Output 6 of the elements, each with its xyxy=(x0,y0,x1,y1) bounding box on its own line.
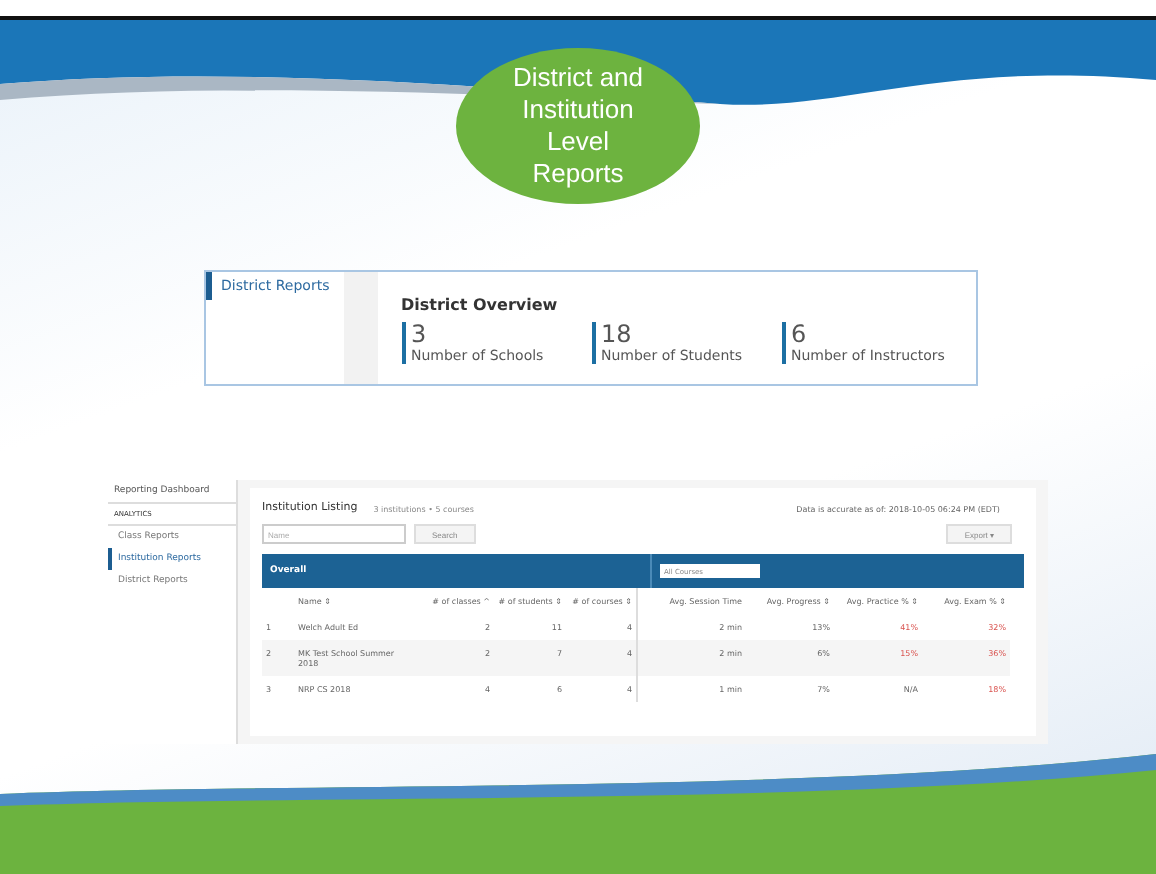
overview-title: District Overview xyxy=(401,296,560,314)
panel-gutter xyxy=(344,272,377,384)
stat-value: 18 xyxy=(601,322,634,348)
stat-value: 3 xyxy=(411,322,429,348)
title-oval: District and Institution Level Reports xyxy=(456,48,700,204)
stat-value: 6 xyxy=(791,322,809,348)
